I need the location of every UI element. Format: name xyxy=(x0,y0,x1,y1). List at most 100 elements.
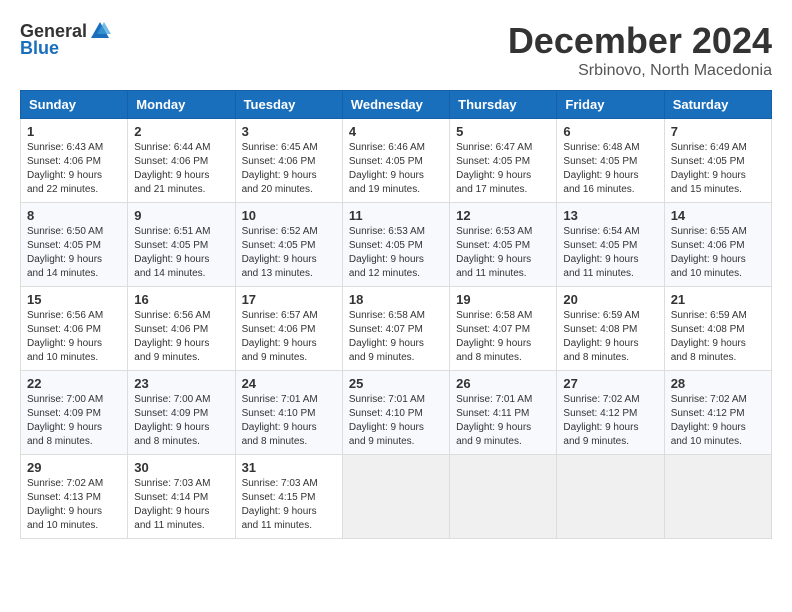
calendar-cell: 28 Sunrise: 7:02 AMSunset: 4:12 PMDayligh… xyxy=(664,371,771,455)
calendar-cell: 31 Sunrise: 7:03 AMSunset: 4:15 PMDayligh… xyxy=(235,455,342,539)
cell-text: Sunrise: 7:01 AMSunset: 4:10 PMDaylight:… xyxy=(242,393,336,449)
day-number: 20 xyxy=(563,292,657,307)
calendar-cell: 10Sunrise: 6:52 AMSunset: 4:05 PMDayligh… xyxy=(235,203,342,287)
cell-text: Sunrise: 6:55 AMSunset: 4:06 PMDaylight:… xyxy=(671,225,765,281)
cell-text: Sunrise: 6:50 AMSunset: 4:05 PMDaylight:… xyxy=(27,225,121,281)
cell-text: Sunrise: 6:53 AMSunset: 4:05 PMDaylight:… xyxy=(456,225,550,281)
cell-text: Sunrise: 6:45 AMSunset: 4:06 PMDaylight:… xyxy=(242,141,336,197)
weekday-header-wednesday: Wednesday xyxy=(342,91,449,119)
weekday-header-tuesday: Tuesday xyxy=(235,91,342,119)
cell-text: Sunrise: 7:01 AMSunset: 4:10 PMDaylight:… xyxy=(349,393,443,449)
day-number: 15 xyxy=(27,292,121,307)
calendar-cell: 2 Sunrise: 6:44 AMSunset: 4:06 PMDaylight… xyxy=(128,119,235,203)
day-number: 23 xyxy=(134,376,228,391)
cell-text: Sunrise: 6:54 AMSunset: 4:05 PMDaylight:… xyxy=(563,225,657,281)
title-section: December 2024 Srbinovo, North Macedonia xyxy=(508,20,772,80)
day-number: 11 xyxy=(349,208,443,223)
calendar-cell xyxy=(342,455,449,539)
cell-text: Sunrise: 6:58 AMSunset: 4:07 PMDaylight:… xyxy=(456,309,550,365)
calendar-cell xyxy=(557,455,664,539)
weekday-header-monday: Monday xyxy=(128,91,235,119)
calendar-cell: 5 Sunrise: 6:47 AMSunset: 4:05 PMDaylight… xyxy=(450,119,557,203)
cell-text: Sunrise: 6:59 AMSunset: 4:08 PMDaylight:… xyxy=(563,309,657,365)
day-number: 5 xyxy=(456,124,550,139)
calendar-cell: 25 Sunrise: 7:01 AMSunset: 4:10 PMDayligh… xyxy=(342,371,449,455)
cell-text: Sunrise: 7:03 AMSunset: 4:15 PMDaylight:… xyxy=(242,477,336,533)
day-number: 13 xyxy=(563,208,657,223)
day-number: 29 xyxy=(27,460,121,475)
cell-text: Sunrise: 7:00 AMSunset: 4:09 PMDaylight:… xyxy=(27,393,121,449)
cell-text: Sunrise: 6:48 AMSunset: 4:05 PMDaylight:… xyxy=(563,141,657,197)
day-number: 26 xyxy=(456,376,550,391)
day-number: 18 xyxy=(349,292,443,307)
day-number: 2 xyxy=(134,124,228,139)
calendar-week-row: 8 Sunrise: 6:50 AMSunset: 4:05 PMDaylight… xyxy=(21,203,772,287)
day-number: 28 xyxy=(671,376,765,391)
calendar-cell xyxy=(664,455,771,539)
logo-blue-text: Blue xyxy=(20,38,59,59)
day-number: 12 xyxy=(456,208,550,223)
calendar-cell: 17 Sunrise: 6:57 AMSunset: 4:06 PMDayligh… xyxy=(235,287,342,371)
calendar-cell: 20 Sunrise: 6:59 AMSunset: 4:08 PMDayligh… xyxy=(557,287,664,371)
day-number: 16 xyxy=(134,292,228,307)
page-header: General Blue December 2024 Srbinovo, Nor… xyxy=(20,20,772,80)
day-number: 9 xyxy=(134,208,228,223)
day-number: 19 xyxy=(456,292,550,307)
day-number: 8 xyxy=(27,208,121,223)
cell-text: Sunrise: 6:57 AMSunset: 4:06 PMDaylight:… xyxy=(242,309,336,365)
calendar-week-row: 29 Sunrise: 7:02 AMSunset: 4:13 PMDayligh… xyxy=(21,455,772,539)
calendar-cell: 12 Sunrise: 6:53 AMSunset: 4:05 PMDayligh… xyxy=(450,203,557,287)
day-number: 3 xyxy=(242,124,336,139)
calendar-cell xyxy=(450,455,557,539)
calendar-cell: 13 Sunrise: 6:54 AMSunset: 4:05 PMDayligh… xyxy=(557,203,664,287)
calendar-cell: 4Sunrise: 6:46 AMSunset: 4:05 PMDaylight… xyxy=(342,119,449,203)
calendar-week-row: 1Sunrise: 6:43 AMSunset: 4:06 PMDaylight… xyxy=(21,119,772,203)
calendar-cell: 9 Sunrise: 6:51 AMSunset: 4:05 PMDaylight… xyxy=(128,203,235,287)
weekday-header-row: SundayMondayTuesdayWednesdayThursdayFrid… xyxy=(21,91,772,119)
location-subtitle: Srbinovo, North Macedonia xyxy=(508,62,772,80)
cell-text: Sunrise: 6:49 AMSunset: 4:05 PMDaylight:… xyxy=(671,141,765,197)
weekday-header-friday: Friday xyxy=(557,91,664,119)
weekday-header-thursday: Thursday xyxy=(450,91,557,119)
day-number: 31 xyxy=(242,460,336,475)
day-number: 4 xyxy=(349,124,443,139)
cell-text: Sunrise: 7:02 AMSunset: 4:13 PMDaylight:… xyxy=(27,477,121,533)
calendar-cell: 24Sunrise: 7:01 AMSunset: 4:10 PMDayligh… xyxy=(235,371,342,455)
weekday-header-sunday: Sunday xyxy=(21,91,128,119)
cell-text: Sunrise: 7:01 AMSunset: 4:11 PMDaylight:… xyxy=(456,393,550,449)
logo-icon xyxy=(89,20,111,42)
day-number: 1 xyxy=(27,124,121,139)
calendar-week-row: 22 Sunrise: 7:00 AMSunset: 4:09 PMDayligh… xyxy=(21,371,772,455)
cell-text: Sunrise: 6:56 AMSunset: 4:06 PMDaylight:… xyxy=(134,309,228,365)
calendar-cell: 16 Sunrise: 6:56 AMSunset: 4:06 PMDayligh… xyxy=(128,287,235,371)
cell-text: Sunrise: 6:59 AMSunset: 4:08 PMDaylight:… xyxy=(671,309,765,365)
day-number: 25 xyxy=(349,376,443,391)
cell-text: Sunrise: 7:03 AMSunset: 4:14 PMDaylight:… xyxy=(134,477,228,533)
day-number: 17 xyxy=(242,292,336,307)
cell-text: Sunrise: 6:58 AMSunset: 4:07 PMDaylight:… xyxy=(349,309,443,365)
calendar-cell: 6 Sunrise: 6:48 AMSunset: 4:05 PMDaylight… xyxy=(557,119,664,203)
cell-text: Sunrise: 7:00 AMSunset: 4:09 PMDaylight:… xyxy=(134,393,228,449)
calendar-cell: 11Sunrise: 6:53 AMSunset: 4:05 PMDayligh… xyxy=(342,203,449,287)
cell-text: Sunrise: 6:47 AMSunset: 4:05 PMDaylight:… xyxy=(456,141,550,197)
cell-text: Sunrise: 6:44 AMSunset: 4:06 PMDaylight:… xyxy=(134,141,228,197)
calendar-week-row: 15 Sunrise: 6:56 AMSunset: 4:06 PMDayligh… xyxy=(21,287,772,371)
cell-text: Sunrise: 7:02 AMSunset: 4:12 PMDaylight:… xyxy=(671,393,765,449)
calendar-cell: 21 Sunrise: 6:59 AMSunset: 4:08 PMDayligh… xyxy=(664,287,771,371)
calendar-cell: 27Sunrise: 7:02 AMSunset: 4:12 PMDayligh… xyxy=(557,371,664,455)
day-number: 22 xyxy=(27,376,121,391)
day-number: 30 xyxy=(134,460,228,475)
day-number: 21 xyxy=(671,292,765,307)
calendar-table: SundayMondayTuesdayWednesdayThursdayFrid… xyxy=(20,90,772,539)
cell-text: Sunrise: 6:56 AMSunset: 4:06 PMDaylight:… xyxy=(27,309,121,365)
calendar-cell: 7 Sunrise: 6:49 AMSunset: 4:05 PMDaylight… xyxy=(664,119,771,203)
calendar-cell: 3 Sunrise: 6:45 AMSunset: 4:06 PMDaylight… xyxy=(235,119,342,203)
day-number: 14 xyxy=(671,208,765,223)
calendar-cell: 30 Sunrise: 7:03 AMSunset: 4:14 PMDayligh… xyxy=(128,455,235,539)
cell-text: Sunrise: 6:52 AMSunset: 4:05 PMDaylight:… xyxy=(242,225,336,281)
day-number: 6 xyxy=(563,124,657,139)
weekday-header-saturday: Saturday xyxy=(664,91,771,119)
cell-text: Sunrise: 6:51 AMSunset: 4:05 PMDaylight:… xyxy=(134,225,228,281)
day-number: 7 xyxy=(671,124,765,139)
calendar-cell: 18 Sunrise: 6:58 AMSunset: 4:07 PMDayligh… xyxy=(342,287,449,371)
